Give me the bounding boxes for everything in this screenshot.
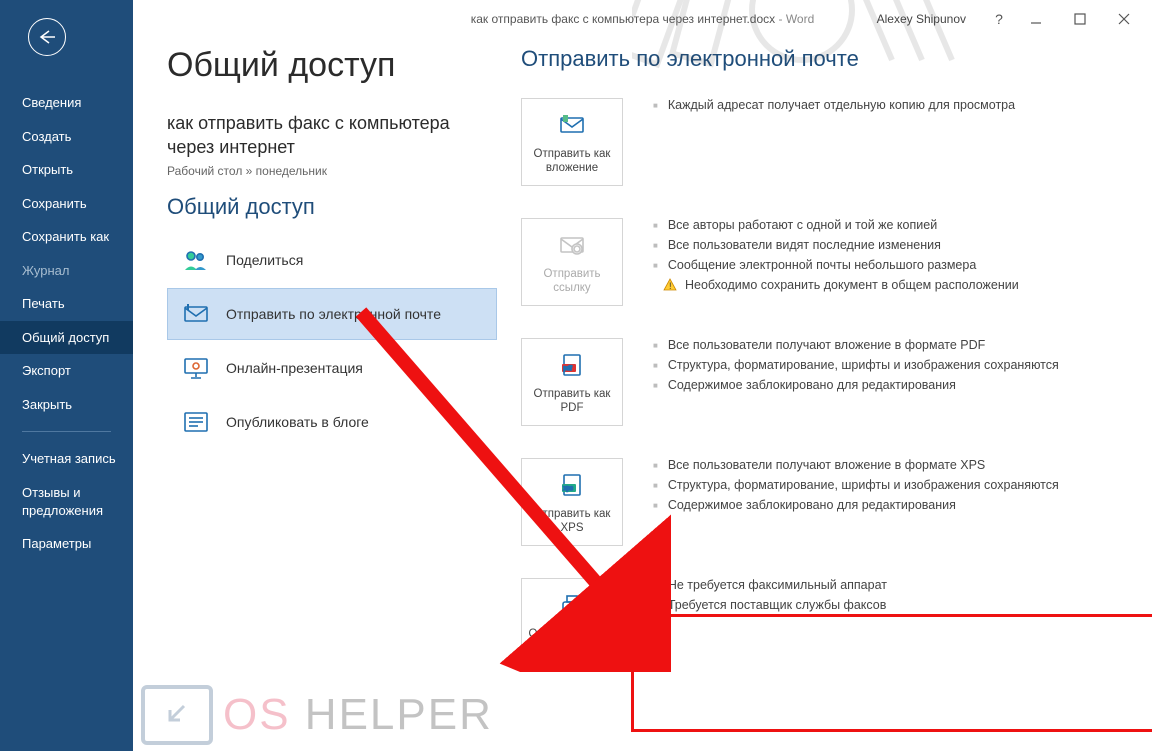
share-option-label: Онлайн-презентация [226,359,363,377]
pdf-icon: pdf [558,349,586,381]
send-button-4[interactable]: Отправить факс через Интернет [521,578,623,666]
send-button-3[interactable]: xps Отправить как XPS [521,458,623,546]
warning-icon: ! [663,278,677,295]
envelope-icon [558,109,586,141]
bullet-item: Содержимое заблокировано для редактирова… [653,498,1122,512]
bullet-item: Не требуется факсимильный аппарат [653,578,1122,592]
present-icon [178,353,214,383]
svg-text:xps: xps [564,486,573,492]
xps-icon: xps [558,469,586,501]
help-button[interactable]: ? [984,4,1014,34]
bullet-item: Все авторы работают с одной и той же коп… [653,218,1122,232]
bullet-item: Содержимое заблокировано для редактирова… [653,378,1122,392]
send-button-0[interactable]: Отправить как вложение [521,98,623,186]
page-title: Общий доступ [167,46,497,85]
sidebar-item-7[interactable]: Общий доступ [0,321,133,355]
share-option-label: Отправить по электронной почте [226,305,441,323]
send-row-4: Отправить факс через Интернет Не требуетс… [521,578,1122,666]
sidebar-item-2[interactable]: Открыть [0,153,133,187]
sidebar-item-3[interactable]: Сохранить [0,187,133,221]
link-icon [558,229,586,261]
account-name[interactable]: Alexey Shipunov [877,12,966,26]
send-row-0: Отправить как вложение Каждый адресат пол… [521,98,1122,186]
bullet-item: Структура, форматирование, шрифты и изоб… [653,358,1122,372]
send-bullets: Каждый адресат получает отдельную копию … [653,98,1122,118]
share-option-1[interactable]: Отправить по электронной почте [167,288,497,340]
send-button-label: Отправить факс через Интернет [522,627,622,656]
share-section-heading: Общий доступ [167,194,497,220]
titlebar: как отправить факс с компьютера через ин… [133,0,1152,38]
send-button-label: Отправить как PDF [522,387,622,416]
send-bullets: Все авторы работают с одной и той же коп… [653,218,1122,301]
sidebar-item-9[interactable]: Закрыть [0,388,133,422]
share-option-0[interactable]: Поделиться [167,234,497,286]
minimize-button[interactable] [1014,4,1058,34]
send-bullets: Не требуется факсимильный аппарат Требует… [653,578,1122,618]
send-button-label: Отправить как вложение [522,147,622,176]
bullet-item: Каждый адресат получает отдельную копию … [653,98,1122,112]
back-button[interactable] [28,18,66,56]
people-icon [178,245,214,275]
send-button-label: Отправить как XPS [522,507,622,536]
share-option-3[interactable]: Опубликовать в блоге [167,396,497,448]
send-button-2[interactable]: pdf Отправить как PDF [521,338,623,426]
maximize-button[interactable] [1058,4,1102,34]
sidebar-item-5[interactable]: Журнал [0,254,133,288]
bullet-item: Сообщение электронной почты небольшого р… [653,258,1122,272]
blog-icon [178,407,214,437]
fax-icon [558,589,586,621]
send-bullets: Все пользователи получают вложение в фор… [653,338,1122,398]
sidebar-footer-item-0[interactable]: Учетная запись [0,442,133,476]
send-row-2: pdf Отправить как PDF Все пользователи пол… [521,338,1122,426]
bullet-item: Все пользователи видят последние изменен… [653,238,1122,252]
sidebar-item-0[interactable]: Сведения [0,86,133,120]
bullet-item: Все пользователи получают вложение в фор… [653,458,1122,472]
sidebar-item-8[interactable]: Экспорт [0,354,133,388]
bullet-warning: !Необходимо сохранить документ в общем р… [653,278,1122,295]
backstage-sidebar: СведенияСоздатьОткрытьСохранитьСохранить… [0,0,133,751]
svg-text:pdf: pdf [564,366,573,372]
bullet-item: Все пользователи получают вложение в фор… [653,338,1122,352]
send-row-1: Отправить ссылку Все авторы работают с од… [521,218,1122,306]
send-bullets: Все пользователи получают вложение в фор… [653,458,1122,518]
send-row-3: xps Отправить как XPS Все пользователи пол… [521,458,1122,546]
share-option-label: Опубликовать в блоге [226,413,369,431]
sidebar-separator [22,431,111,432]
arrow-left-icon [37,29,57,45]
main-area: как отправить факс с компьютера через ин… [133,0,1152,751]
send-button-1: Отправить ссылку [521,218,623,306]
bullet-item: Требуется поставщик службы факсов [653,598,1122,612]
share-option-2[interactable]: Онлайн-презентация [167,342,497,394]
close-button[interactable] [1102,4,1146,34]
sidebar-footer-item-1[interactable]: Отзывы и предложения [0,476,133,527]
svg-text:!: ! [669,281,672,291]
sidebar-item-1[interactable]: Создать [0,120,133,154]
share-option-label: Поделиться [226,251,303,269]
email-icon [178,299,214,329]
sidebar-item-6[interactable]: Печать [0,287,133,321]
email-panel-title: Отправить по электронной почте [521,46,1122,72]
document-name: как отправить факс с компьютера через ин… [167,111,497,160]
sidebar-footer-item-2[interactable]: Параметры [0,527,133,561]
send-button-label: Отправить ссылку [522,267,622,296]
breadcrumb: Рабочий стол » понедельник [167,164,497,178]
bullet-item: Структура, форматирование, шрифты и изоб… [653,478,1122,492]
sidebar-item-4[interactable]: Сохранить как [0,220,133,254]
